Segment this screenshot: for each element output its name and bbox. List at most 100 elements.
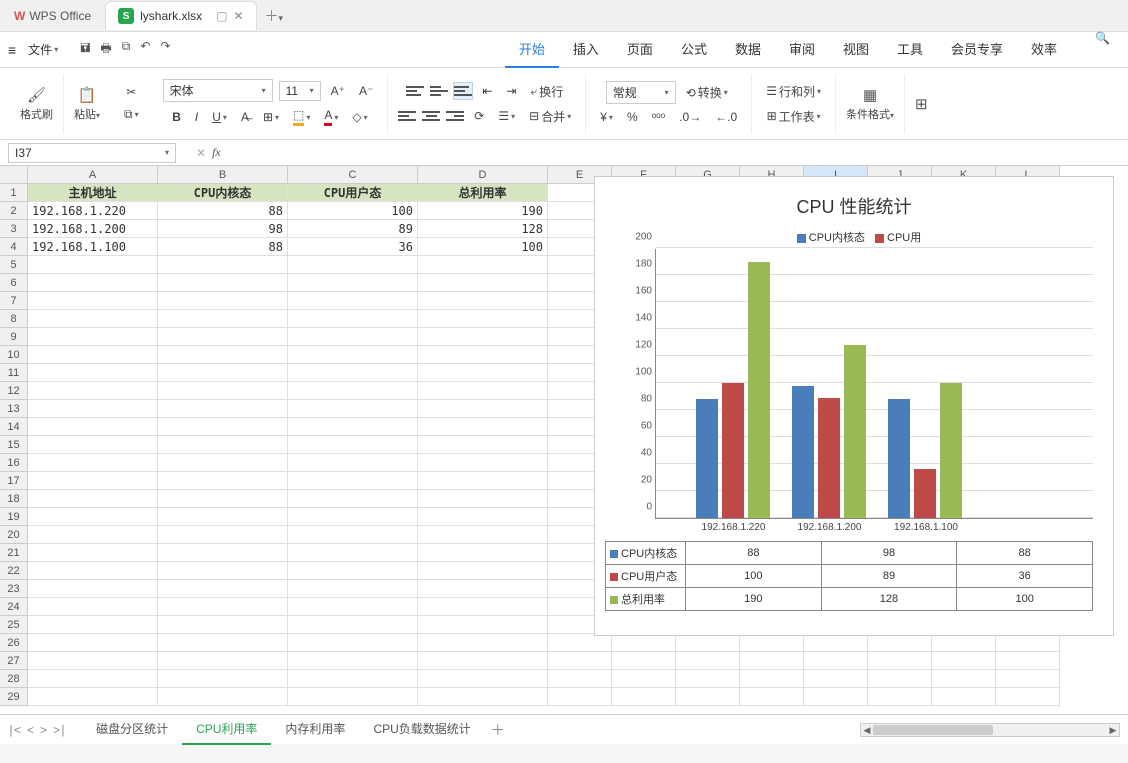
- comma-icon[interactable]: ᵒᵒᵒ: [648, 108, 670, 126]
- cell[interactable]: [418, 688, 548, 706]
- row-header[interactable]: 10: [0, 346, 28, 364]
- cell[interactable]: [28, 292, 158, 310]
- font-color-button[interactable]: A▾: [320, 106, 342, 128]
- row-header[interactable]: 16: [0, 454, 28, 472]
- cell[interactable]: 192.168.1.100: [28, 238, 158, 256]
- cell[interactable]: [418, 400, 548, 418]
- cell[interactable]: [288, 256, 418, 274]
- decrease-decimal-icon[interactable]: ←.0: [711, 108, 741, 126]
- cell[interactable]: [418, 346, 548, 364]
- cancel-formula-icon[interactable]: ✕: [196, 146, 206, 160]
- cell[interactable]: [28, 328, 158, 346]
- cell[interactable]: CPU用户态: [288, 184, 418, 202]
- cell[interactable]: [158, 598, 288, 616]
- cell[interactable]: [288, 310, 418, 328]
- row-header[interactable]: 11: [0, 364, 28, 382]
- worksheet-button[interactable]: ⊞ 工作表▾: [763, 106, 825, 127]
- cell[interactable]: [28, 652, 158, 670]
- border-button[interactable]: ⊞▾: [259, 108, 283, 126]
- undo-icon[interactable]: ↶: [140, 39, 150, 60]
- row-headers[interactable]: 1234567891011121314151617181920212223242…: [0, 184, 28, 706]
- tab-start[interactable]: 开始: [505, 31, 559, 68]
- cell[interactable]: [158, 472, 288, 490]
- align-top-icon[interactable]: [406, 83, 424, 99]
- cell[interactable]: [158, 400, 288, 418]
- cell[interactable]: [996, 634, 1060, 652]
- cell[interactable]: [418, 328, 548, 346]
- cell[interactable]: [418, 670, 548, 688]
- row-header[interactable]: 20: [0, 526, 28, 544]
- cell[interactable]: [28, 436, 158, 454]
- cell[interactable]: [418, 472, 548, 490]
- cell[interactable]: [28, 508, 158, 526]
- cell[interactable]: [158, 382, 288, 400]
- row-header[interactable]: 27: [0, 652, 28, 670]
- cell[interactable]: [288, 364, 418, 382]
- align-center-icon[interactable]: [422, 108, 440, 124]
- cell[interactable]: [28, 346, 158, 364]
- cell[interactable]: [28, 526, 158, 544]
- cell[interactable]: [28, 418, 158, 436]
- cell[interactable]: 98: [158, 220, 288, 238]
- tab-view[interactable]: 视图: [829, 31, 883, 68]
- cell[interactable]: [288, 562, 418, 580]
- cell[interactable]: [158, 454, 288, 472]
- row-header[interactable]: 17: [0, 472, 28, 490]
- cell[interactable]: [158, 544, 288, 562]
- underline-button[interactable]: U▾: [208, 108, 231, 126]
- cell[interactable]: [676, 688, 740, 706]
- cell[interactable]: 88: [158, 202, 288, 220]
- format-painter-group[interactable]: 🖌 格式刷: [10, 74, 64, 134]
- cell[interactable]: [288, 292, 418, 310]
- percent-icon[interactable]: %: [623, 108, 642, 126]
- cell[interactable]: [548, 670, 612, 688]
- table-style-group[interactable]: ⊞: [905, 74, 938, 134]
- cell[interactable]: [288, 400, 418, 418]
- cell[interactable]: [740, 634, 804, 652]
- cell[interactable]: [288, 580, 418, 598]
- cell[interactable]: [612, 688, 676, 706]
- cell[interactable]: 88: [158, 238, 288, 256]
- cell[interactable]: [612, 652, 676, 670]
- column-header[interactable]: C: [288, 166, 418, 184]
- horizontal-scrollbar[interactable]: ◀ ▶: [860, 723, 1120, 737]
- row-header[interactable]: 15: [0, 436, 28, 454]
- row-header[interactable]: 18: [0, 490, 28, 508]
- scroll-left-icon[interactable]: ◀: [861, 724, 873, 736]
- cell[interactable]: CPU内核态: [158, 184, 288, 202]
- new-tab-button[interactable]: ＋▾: [265, 6, 284, 26]
- cell[interactable]: [418, 580, 548, 598]
- sheet-nav-last-icon[interactable]: >∣: [53, 723, 66, 737]
- cell[interactable]: [158, 562, 288, 580]
- row-header[interactable]: 8: [0, 310, 28, 328]
- sheet-tab[interactable]: CPU负载数据统计: [359, 714, 484, 745]
- cell[interactable]: [288, 328, 418, 346]
- row-header[interactable]: 23: [0, 580, 28, 598]
- cell[interactable]: [288, 616, 418, 634]
- cell[interactable]: [288, 634, 418, 652]
- cell[interactable]: [676, 670, 740, 688]
- row-header[interactable]: 7: [0, 292, 28, 310]
- cell[interactable]: [418, 292, 548, 310]
- sheet-nav-first-icon[interactable]: ∣<: [8, 723, 21, 737]
- cell[interactable]: [158, 292, 288, 310]
- file-tab[interactable]: S lyshark.xlsx ▢ ✕: [105, 1, 256, 30]
- cell[interactable]: [418, 454, 548, 472]
- cell[interactable]: [158, 274, 288, 292]
- cell[interactable]: [868, 652, 932, 670]
- cell[interactable]: [418, 418, 548, 436]
- cell[interactable]: [996, 688, 1060, 706]
- row-header[interactable]: 25: [0, 616, 28, 634]
- row-header[interactable]: 1: [0, 184, 28, 202]
- row-header[interactable]: 9: [0, 328, 28, 346]
- cell[interactable]: [612, 634, 676, 652]
- cell[interactable]: [804, 652, 868, 670]
- cell[interactable]: [28, 688, 158, 706]
- cell[interactable]: [740, 652, 804, 670]
- cell[interactable]: [288, 346, 418, 364]
- row-header[interactable]: 14: [0, 418, 28, 436]
- cell[interactable]: [28, 580, 158, 598]
- name-box[interactable]: I37 ▾: [8, 143, 176, 163]
- merge-button[interactable]: ⊟合并▾: [525, 106, 575, 127]
- cell[interactable]: [28, 598, 158, 616]
